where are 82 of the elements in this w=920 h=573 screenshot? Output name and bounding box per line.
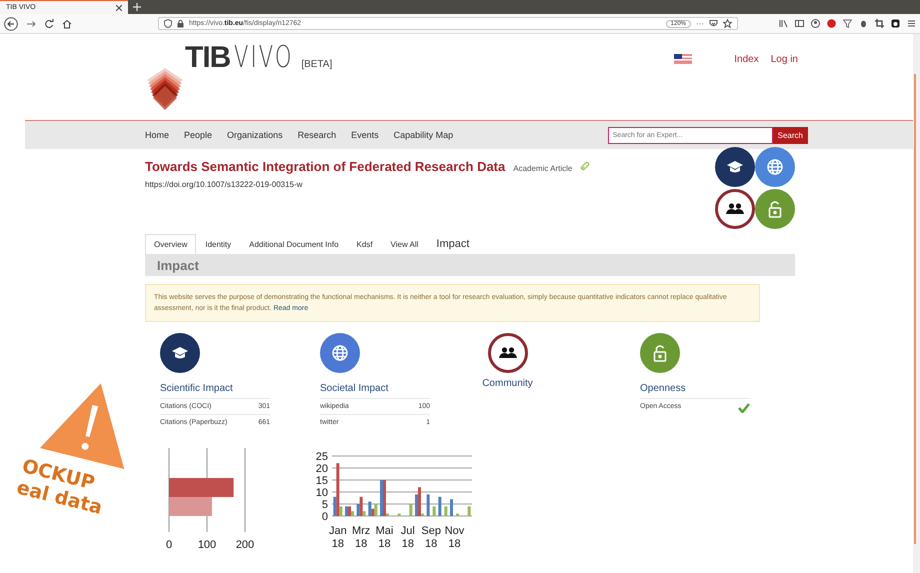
panel-heading: Impact [145,254,795,276]
sidebar-icon[interactable] [795,19,804,28]
tick-label: 15 [316,475,328,487]
page-tab[interactable]: Kdsf [348,234,382,254]
crop-icon[interactable] [875,19,884,28]
impact-badge[interactable] [715,189,755,229]
impact-badge[interactable] [488,333,528,373]
page-tab[interactable]: Overview [145,234,196,254]
category-title: Community [482,378,533,389]
nav-link[interactable]: People [184,130,212,140]
tick-label: 20 [316,463,328,475]
tick-label: Mrz 18 [350,525,372,551]
header-link[interactable]: Index [734,54,759,64]
padlock-icon [768,201,782,218]
nav-link[interactable]: Events [351,130,379,140]
doi-link[interactable]: https://doi.org/10.1007/s13222-019-00315-w [145,180,302,189]
tick-label: 25 [316,452,328,463]
globe-icon [332,345,348,361]
impact-badge[interactable] [715,147,755,187]
logo-text: TIB [185,41,230,75]
page-tab[interactable]: View All [382,234,428,254]
impact-badge[interactable] [160,333,200,373]
reload-icon[interactable] [44,18,54,28]
graduation-cap-icon [727,161,743,172]
library-icon[interactable] [779,19,788,28]
tick-label: 5 [322,499,328,511]
chart-bar [426,494,430,516]
forward-icon[interactable] [26,18,36,28]
tick-label: 10 [316,487,328,499]
chart-bar [432,506,436,516]
account-icon[interactable] [811,19,820,28]
article-type: Academic Article [513,164,572,173]
category-title: Societal Impact [320,383,390,394]
graduation-cap-icon [172,347,188,358]
tick-label: 0 [166,539,172,548]
beta-label: [BETA] [301,59,332,70]
people-icon [498,347,516,358]
logo-text: VIVO [234,40,294,75]
chart-bar [456,514,459,516]
scrollbar[interactable] [913,34,920,573]
filter-icon[interactable] [843,19,852,28]
nav-link[interactable]: Organizations [227,130,283,140]
tick-label: 100 [198,539,216,548]
extension-icon[interactable] [891,19,900,28]
lock-icon [177,19,184,28]
flag-icon[interactable] [674,54,692,64]
chart-bar [398,514,401,516]
chart-bar [450,499,453,516]
nav-link[interactable]: Home [145,130,170,140]
category-title: Scientific Impact [160,383,234,394]
tick-label: Jan 18 [328,525,348,551]
tick-label: 200 [236,539,254,548]
tick-label: Nov 18 [444,525,466,551]
close-icon[interactable] [116,4,122,10]
tick-label: Sep 18 [420,525,442,551]
tick-label: Mai 18 [374,525,394,551]
back-icon[interactable] [4,16,18,30]
search-button[interactable]: Search [772,126,808,144]
chart-bar [444,506,448,516]
nav-link[interactable]: Capability Map [394,130,454,140]
nav-link[interactable]: Research [298,130,336,140]
chart-bar [409,504,412,516]
tick-label: 0 [322,511,328,520]
page-tab[interactable]: Identity [196,234,240,254]
padlock-icon [654,345,666,362]
page-tab[interactable]: Impact [427,232,478,254]
people-icon [726,203,744,214]
home-icon[interactable] [62,18,72,28]
more-menu[interactable]: ··· [696,19,704,28]
category-title: Openness [640,383,687,394]
page-tab[interactable]: Additional Document Info [240,234,348,254]
tick-label: Jul 18 [400,525,416,551]
pocket-icon[interactable] [709,19,718,28]
star-icon[interactable] [723,19,732,28]
menu-icon[interactable] [907,19,916,28]
header-link[interactable]: Log in [770,54,798,64]
stop-sign-icon[interactable] [827,19,836,28]
globe-icon [767,159,783,175]
chart-bar [438,496,442,516]
shield-icon [164,19,172,28]
chart-bar [468,506,471,516]
article-title: Towards Semantic Integration of Federated Research Data [145,159,506,174]
